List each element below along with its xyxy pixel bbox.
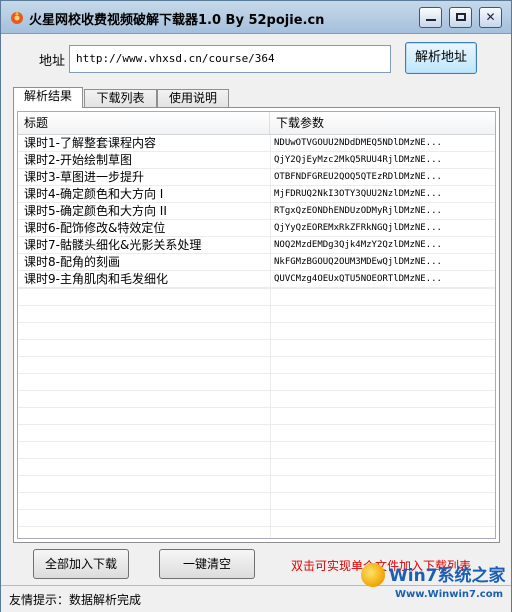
clear-all-button[interactable]: 一键清空 bbox=[159, 549, 255, 579]
add-all-download-button[interactable]: 全部加入下载 bbox=[33, 549, 129, 579]
minimize-icon bbox=[425, 19, 436, 21]
row-title: 课时5-确定颜色和大方向 II bbox=[24, 204, 167, 218]
row-title: 课时9-主角肌肉和毛发细化 bbox=[24, 272, 168, 286]
row-param: OTBFNDFGREU2QOQ5QTEzRDlDMzNE... bbox=[274, 172, 442, 182]
list-rows: 课时1-了解整套课程内容 NDUwOTVGOUU2NDdDMEQ5NDlDMzNE… bbox=[18, 135, 495, 288]
table-row[interactable]: 课时7-骷髅头细化&光影关系处理 NOQ2MzdEMDg3Qjk4MzY2QzlD… bbox=[18, 237, 495, 254]
empty-grid-line bbox=[18, 288, 495, 289]
title-bar[interactable]: 火星网校收费视频破解下载器1.0 By 52pojie.cn ✕ bbox=[1, 1, 511, 34]
watermark-site: Www.Winwin7.com bbox=[395, 589, 504, 600]
table-row[interactable]: 课时4-确定颜色和大方向 I MjFDRUQ2NkI3OTY3QUU2NzlDMz… bbox=[18, 186, 495, 203]
row-param: NDUwOTVGOUU2NDdDMEQ5NDlDMzNE... bbox=[274, 138, 442, 148]
table-row[interactable]: 课时9-主角肌肉和毛发细化 QUVCMzg4OEUxQTU5NOEORTlDMzN… bbox=[18, 271, 495, 288]
maximize-button[interactable] bbox=[449, 7, 472, 28]
empty-grid-line bbox=[18, 424, 495, 425]
address-label: 地址 bbox=[39, 54, 66, 69]
close-icon: ✕ bbox=[485, 10, 496, 24]
row-param: RTgxQzEONDhENDUzODMyRjlDMzNE... bbox=[274, 206, 442, 216]
empty-grid-line bbox=[18, 305, 495, 306]
row-param: QjYyQzEOREMxRkZFRkNGQjlDMzNE... bbox=[274, 223, 442, 233]
tab-instructions[interactable]: 使用说明 bbox=[157, 89, 229, 107]
status-text: 友情提示：数据解析完成 bbox=[9, 593, 142, 607]
empty-grid-line bbox=[18, 373, 495, 374]
tab-panel: 标题 下载参数 课时1-了解整套课程内容 NDUwOTVGOUU2NDdDMEQ5… bbox=[13, 107, 500, 543]
empty-grid-line bbox=[18, 475, 495, 476]
empty-grid-line bbox=[18, 339, 495, 340]
empty-grid-line bbox=[18, 356, 495, 357]
maximize-icon bbox=[455, 13, 466, 21]
tab-download-list[interactable]: 下载列表 bbox=[84, 89, 157, 107]
empty-grid-line bbox=[18, 407, 495, 408]
watermark: Win7系统之家 Www.Winwin7.com bbox=[357, 557, 509, 609]
column-header-title[interactable]: 标题 bbox=[18, 112, 270, 134]
empty-grid-line bbox=[18, 322, 495, 323]
address-input[interactable]: http://www.vhxsd.cn/course/364 bbox=[69, 45, 391, 73]
row-title: 课时8-配角的刻画 bbox=[24, 255, 120, 269]
row-param: MjFDRUQ2NkI3OTY3QUU2NzlDMzNE... bbox=[274, 189, 442, 199]
row-title: 课时6-配饰修改&特效定位 bbox=[24, 221, 166, 235]
app-icon bbox=[11, 11, 23, 24]
window-title: 火星网校收费视频破解下载器1.0 By 52pojie.cn bbox=[29, 13, 325, 28]
results-list[interactable]: 标题 下载参数 课时1-了解整套课程内容 NDUwOTVGOUU2NDdDMEQ5… bbox=[17, 111, 496, 539]
row-title: 课时3-草图进一步提升 bbox=[24, 170, 144, 184]
row-title: 课时4-确定颜色和大方向 I bbox=[24, 187, 164, 201]
empty-grid-line bbox=[18, 390, 495, 391]
column-header-params[interactable]: 下载参数 bbox=[270, 112, 495, 134]
row-param: NkFGMzBGOUQ2OUM3MDEwQjlDMzNE... bbox=[274, 257, 442, 267]
table-row[interactable]: 课时8-配角的刻画 NkFGMzBGOUQ2OUM3MDEwQjlDMzNE... bbox=[18, 254, 495, 271]
empty-grid-line bbox=[18, 458, 495, 459]
row-param: QUVCMzg4OEUxQTU5NOEORTlDMzNE... bbox=[274, 274, 442, 284]
table-row[interactable]: 课时2-开始绘制草图 QjY2QjEyMzc2MkQ5RUU4RjlDMzNE..… bbox=[18, 152, 495, 169]
empty-grid-line bbox=[18, 441, 495, 442]
tab-parse-results[interactable]: 解析结果 bbox=[13, 87, 83, 108]
minimize-button[interactable] bbox=[419, 7, 442, 28]
empty-grid-line bbox=[18, 492, 495, 493]
empty-grid-line bbox=[18, 526, 495, 527]
app-window: 火星网校收费视频破解下载器1.0 By 52pojie.cn ✕ 地址 http… bbox=[0, 0, 512, 612]
row-title: 课时2-开始绘制草图 bbox=[24, 153, 132, 167]
close-button[interactable]: ✕ bbox=[479, 7, 502, 28]
row-param: QjY2QjEyMzc2MkQ5RUU4RjlDMzNE... bbox=[274, 155, 442, 165]
row-title: 课时7-骷髅头细化&光影关系处理 bbox=[24, 238, 202, 252]
table-row[interactable]: 课时3-草图进一步提升 OTBFNDFGREU2QOQ5QTEzRDlDMzNE.… bbox=[18, 169, 495, 186]
table-row[interactable]: 课时6-配饰修改&特效定位 QjYyQzEOREMxRkZFRkNGQjlDMzN… bbox=[18, 220, 495, 237]
parse-address-button[interactable]: 解析地址 bbox=[405, 42, 477, 74]
table-row[interactable]: 课时1-了解整套课程内容 NDUwOTVGOUU2NDdDMEQ5NDlDMzNE… bbox=[18, 135, 495, 152]
table-row[interactable]: 课时5-确定颜色和大方向 II RTgxQzEONDhENDUzODMyRjlDM… bbox=[18, 203, 495, 220]
row-param: NOQ2MzdEMDg3Qjk4MzY2QzlDMzNE... bbox=[274, 240, 442, 250]
empty-grid-line bbox=[18, 509, 495, 510]
row-title: 课时1-了解整套课程内容 bbox=[24, 136, 156, 150]
list-header: 标题 下载参数 bbox=[18, 112, 495, 135]
watermark-brand: Win7系统之家 bbox=[389, 566, 506, 586]
watermark-logo-icon bbox=[361, 563, 385, 587]
